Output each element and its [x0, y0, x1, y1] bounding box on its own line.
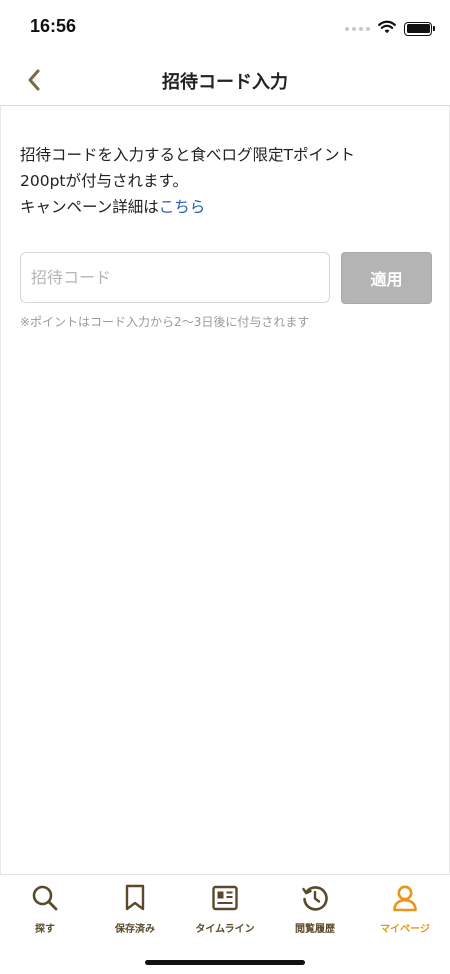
- description-line-3: キャンペーン詳細はこちら: [20, 194, 430, 220]
- timeline-icon: [212, 885, 238, 911]
- search-icon: [32, 885, 58, 911]
- tab-label-mypage: マイページ: [380, 924, 430, 935]
- signal-dots-icon: [345, 26, 370, 31]
- status-icons: [345, 19, 435, 38]
- description-line-1: 招待コードを入力すると食べログ限定Tポイント: [20, 146, 355, 164]
- tab-timeline[interactable]: タイムライン: [180, 883, 270, 939]
- tab-search[interactable]: 探す: [0, 883, 90, 939]
- status-bar: 16:56: [0, 0, 450, 54]
- campaign-details-text: キャンペーン詳細は: [20, 198, 159, 216]
- tab-label-saved: 保存済み: [115, 924, 155, 935]
- main-content: 招待コードを入力すると食べログ限定Tポイント 200ptが付与されます。 キャン…: [0, 106, 450, 874]
- description-line-2: 200ptが付与されます。: [20, 172, 188, 190]
- person-icon: [393, 885, 417, 912]
- page-title: 招待コード入力: [162, 72, 288, 93]
- home-indicator: [145, 960, 305, 965]
- navigation-bar: 招待コード入力: [0, 54, 450, 106]
- invite-code-input[interactable]: [20, 252, 330, 303]
- apply-button[interactable]: 適用: [341, 252, 432, 304]
- battery-icon: [404, 21, 435, 36]
- history-icon: [302, 886, 328, 911]
- tab-bar: 探す 保存済み タイムライン 閲覧履歴 マイページ: [0, 874, 450, 974]
- status-time: 16:56: [30, 16, 77, 36]
- tab-saved[interactable]: 保存済み: [90, 883, 180, 939]
- campaign-description: 招待コードを入力すると食べログ限定Tポイント 200ptが付与されます。 キャン…: [20, 142, 430, 220]
- points-note: ※ポイントはコード入力から2〜3日後に付与されます: [20, 315, 310, 329]
- bookmark-icon: [125, 884, 145, 911]
- tab-history[interactable]: 閲覧履歴: [270, 883, 360, 939]
- campaign-details-link[interactable]: こちら: [159, 198, 206, 216]
- wifi-icon: [378, 19, 396, 38]
- tab-label-search: 探す: [35, 924, 55, 935]
- tab-label-timeline: タイムライン: [195, 924, 255, 935]
- tab-label-history: 閲覧履歴: [295, 924, 335, 935]
- tab-mypage[interactable]: マイページ: [360, 883, 450, 939]
